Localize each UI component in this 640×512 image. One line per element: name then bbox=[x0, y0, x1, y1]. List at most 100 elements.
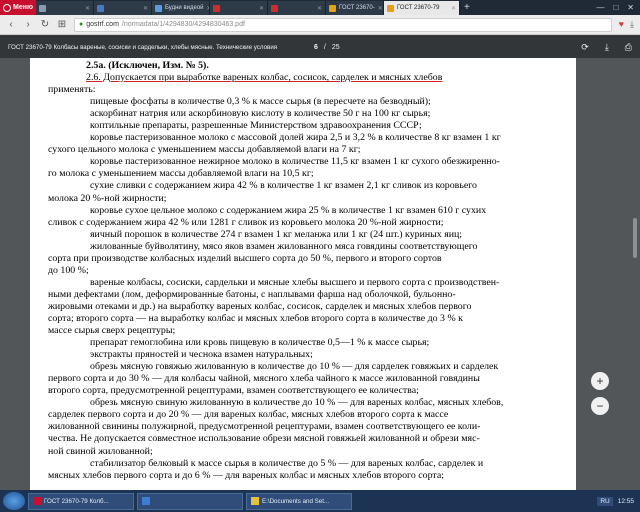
page-total: 25 bbox=[331, 43, 340, 51]
maximize-button[interactable]: □ bbox=[613, 3, 618, 12]
home-icon[interactable]: ⊞ bbox=[57, 19, 67, 30]
zoom-controls: + − bbox=[591, 372, 609, 415]
close-tab-icon[interactable]: ✕ bbox=[85, 5, 90, 12]
app-icon bbox=[33, 497, 41, 505]
taskbar-button-label: E:\Documents and Set... bbox=[262, 497, 330, 505]
document-line: го молока с уменьшением массы добавляемо… bbox=[48, 168, 314, 180]
app-icon bbox=[142, 497, 150, 505]
document-line: обрезь мясную говяжью жилованную в колич… bbox=[90, 361, 499, 373]
language-indicator[interactable]: RU bbox=[597, 496, 613, 506]
browser-tab[interactable]: ✕ bbox=[210, 1, 268, 15]
menu-label: Меню bbox=[13, 4, 33, 11]
document-line: яичный порошок в количестве 274 г взамен… bbox=[90, 228, 463, 240]
pdf-page: 2.5а. (Исключен, Изм. № 5). 2.6. Допускае… bbox=[30, 58, 576, 490]
document-line: жилованной свинины полужирной, предусмот… bbox=[48, 421, 481, 433]
close-tab-icon[interactable]: ✕ bbox=[143, 5, 148, 12]
heart-icon[interactable]: ♥ bbox=[619, 19, 624, 30]
pdf-viewport[interactable]: 2.5а. (Исключен, Изм. № 5). 2.6. Допускае… bbox=[0, 58, 640, 490]
document-line: обрезь мясную свиную жилованную в количе… bbox=[90, 397, 504, 409]
document-line: сорта; второго сорта — на выработку колб… bbox=[48, 312, 463, 324]
clock: 12:55 bbox=[617, 497, 634, 505]
document-line: применять: bbox=[48, 84, 96, 96]
rotate-icon[interactable]: ⟳ bbox=[581, 42, 589, 53]
document-line: препарат гемоглобина или кровь пищевую в… bbox=[90, 337, 430, 349]
opera-logo-icon bbox=[3, 3, 11, 12]
tab-favicon-icon bbox=[329, 4, 336, 12]
tab-favicon-icon bbox=[97, 4, 104, 12]
url-field[interactable]: ● gostrf.com/normadata/1/4294830/4294830… bbox=[74, 17, 612, 32]
tab-favicon-icon bbox=[213, 4, 220, 12]
scrollbar-thumb[interactable] bbox=[633, 218, 637, 258]
pdf-toolbar: ГОСТ 23670-79 Колбасы вареные, сосиски и… bbox=[0, 36, 640, 58]
page-current[interactable]: 6 bbox=[314, 44, 318, 51]
tab-favicon-icon bbox=[39, 4, 46, 12]
page-indicator: 6 / 25 bbox=[314, 44, 340, 51]
document-line: ными дефектами (лом, деформированные бат… bbox=[48, 288, 456, 300]
close-tab-icon[interactable]: ✕ bbox=[317, 5, 322, 12]
document-line: первого сорта и до 30 % — для колбасы ча… bbox=[48, 373, 480, 385]
tab-favicon-icon bbox=[271, 4, 278, 12]
close-tab-icon[interactable]: ✕ bbox=[378, 5, 383, 12]
new-tab-button[interactable]: + bbox=[464, 2, 470, 13]
pdf-title: ГОСТ 23670-79 Колбасы вареные, сосиски и… bbox=[8, 43, 278, 51]
zoom-in-button[interactable]: + bbox=[591, 372, 609, 390]
browser-tab[interactable]: Будни видеой✕ bbox=[152, 1, 210, 15]
close-window-button[interactable]: ✕ bbox=[627, 3, 634, 12]
tab-label: ГОСТ 23670-79 bbox=[397, 5, 440, 11]
document-line: стабилизатор белковый к массе сырья в ко… bbox=[90, 457, 484, 469]
document-line: коровье сухое цельное молоко с содержани… bbox=[90, 204, 487, 216]
tab-favicon-icon bbox=[155, 4, 162, 12]
download-pdf-icon[interactable]: ⤓ bbox=[605, 42, 609, 53]
document-line: молока 20 %-ной жирности; bbox=[48, 192, 167, 204]
page-separator: / bbox=[323, 43, 326, 51]
tab-strip: Меню ✕✕Будни видеой✕✕✕ГОСТ 23670-✕ГОСТ 2… bbox=[0, 0, 640, 15]
taskbar-button-label: ГОСТ 23670-79 Колб... bbox=[44, 497, 109, 505]
browser-tab[interactable]: ГОСТ 23670- ✕ bbox=[326, 1, 384, 15]
browser-tab[interactable]: ✕ bbox=[94, 1, 152, 15]
taskbar: ГОСТ 23670-79 Колб... E:\Documents and Se… bbox=[0, 490, 640, 512]
document-line: коровье пастеризованное нежирное молоко … bbox=[90, 156, 500, 168]
document-line: до 100 %; bbox=[48, 264, 89, 276]
document-line: сливок с содержанием жира 42 % или 1281 … bbox=[48, 216, 444, 228]
download-icon[interactable]: ⤓ bbox=[630, 19, 634, 30]
document-line: сарделек первого сорта и до 20 % — для в… bbox=[48, 409, 449, 421]
window-controls: — □ ✕ bbox=[596, 3, 640, 12]
browser-tab[interactable]: ✕ bbox=[36, 1, 94, 15]
document-line: вареные колбасы, сосиски, сардельки и мя… bbox=[90, 276, 500, 288]
tab-favicon-icon bbox=[387, 4, 394, 12]
document-line: жировыми отеками и др.) на выработку вар… bbox=[48, 300, 472, 312]
system-tray: RU 12:55 bbox=[597, 496, 637, 506]
taskbar-window-button[interactable]: ГОСТ 23670-79 Колб... bbox=[28, 492, 134, 510]
browser-tab[interactable]: ГОСТ 23670-79 ✕ bbox=[384, 1, 460, 15]
browser-tab[interactable]: ✕ bbox=[268, 1, 326, 15]
document-line: чества. Не допускается совместное исполь… bbox=[48, 433, 480, 445]
document-line: жилованные буйволятину, мясо яков взамен… bbox=[90, 240, 478, 252]
lock-icon: ● bbox=[79, 21, 84, 28]
print-icon[interactable]: ⎙ bbox=[625, 42, 632, 53]
forward-icon[interactable]: › bbox=[23, 19, 33, 30]
minimize-button[interactable]: — bbox=[596, 3, 604, 12]
zoom-out-button[interactable]: − bbox=[591, 397, 609, 415]
tab-label: Будни видеой bbox=[165, 5, 204, 11]
document-line: ной свиной жилованной; bbox=[48, 445, 153, 457]
close-tab-icon[interactable]: ✕ bbox=[259, 5, 264, 12]
taskbar-window-button[interactable] bbox=[137, 492, 243, 510]
opera-menu-button[interactable]: Меню bbox=[0, 0, 36, 15]
close-tab-icon[interactable]: ✕ bbox=[451, 5, 456, 12]
tabs: ✕✕Будни видеой✕✕✕ГОСТ 23670-✕ГОСТ 23670-… bbox=[36, 0, 460, 15]
document-line: аскорбинат натрия или аскорбиновую кисло… bbox=[90, 108, 431, 120]
app-icon bbox=[251, 497, 259, 505]
back-icon[interactable]: ‹ bbox=[6, 19, 16, 30]
document-line: массе сырья сверх рецептуры; bbox=[48, 325, 176, 337]
document-line: коровье пастеризованное молоко с массово… bbox=[90, 132, 501, 144]
document-line: 2.5а. (Исключен, Изм. № 5). bbox=[86, 60, 209, 71]
document-line: коптильные препараты, разрешенные Минист… bbox=[90, 120, 422, 132]
document-line: мясных хлебов первого сорта и до 6 % — д… bbox=[48, 469, 444, 481]
taskbar-window-button[interactable]: E:\Documents and Set... bbox=[246, 492, 352, 510]
start-button[interactable] bbox=[3, 492, 25, 510]
address-bar: ‹ › ↻ ⊞ ● gostrf.com/normadata/1/4294830… bbox=[0, 15, 640, 35]
document-line: 2.6. Допускается при выработке вареных к… bbox=[86, 72, 443, 84]
reload-icon[interactable]: ↻ bbox=[40, 19, 50, 30]
scrollbar[interactable] bbox=[630, 58, 640, 490]
document-line: сорта при производстве колбасных изделий… bbox=[48, 252, 442, 264]
